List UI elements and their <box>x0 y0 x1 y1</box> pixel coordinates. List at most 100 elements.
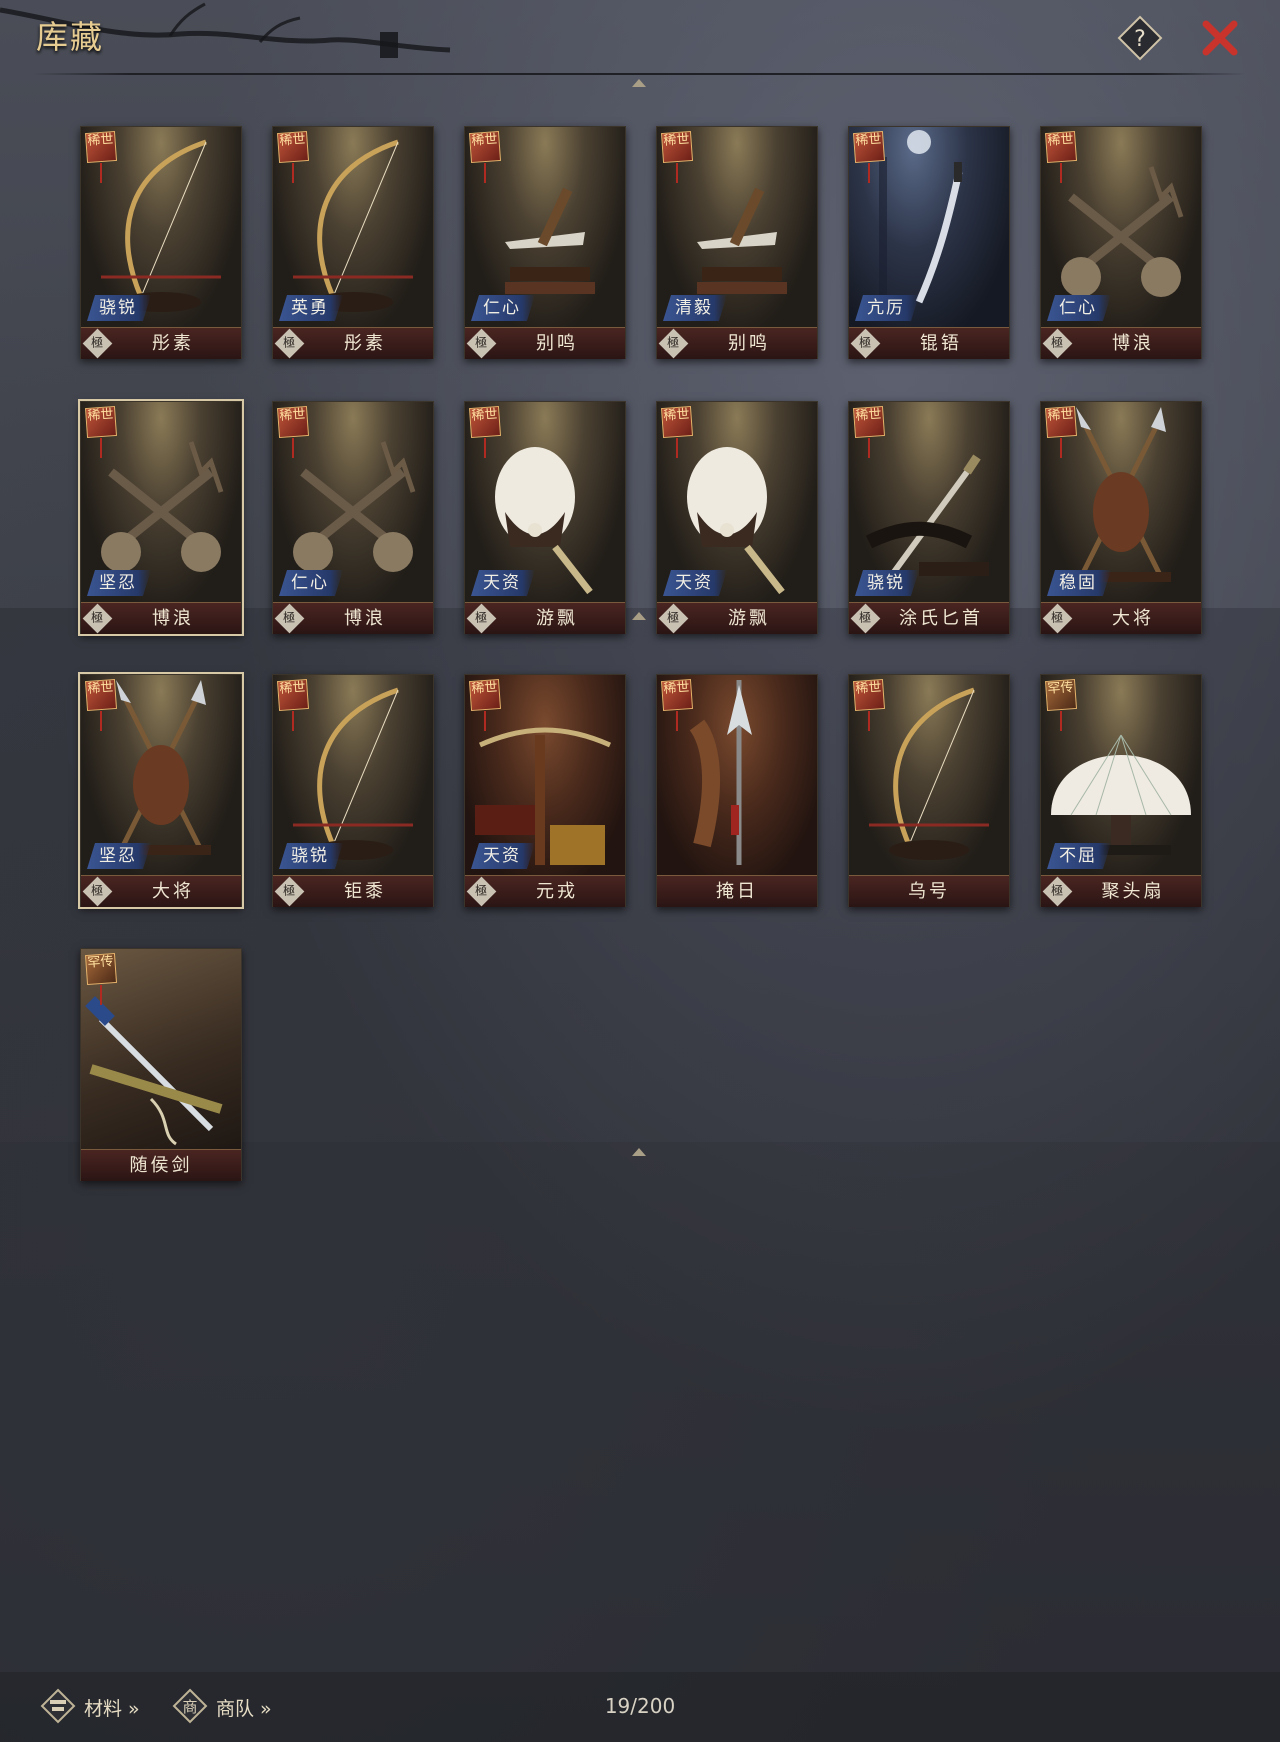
treasure-card[interactable]: 稀世英勇極 彤素 <box>272 126 434 359</box>
trait-badge: 骁锐 <box>855 570 919 596</box>
grade-badge: 極 <box>1042 603 1073 634</box>
tassel-decoration <box>100 438 102 458</box>
help-icon: ? <box>1117 15 1163 61</box>
tassel-decoration <box>484 163 486 183</box>
tassel-decoration <box>292 163 294 183</box>
tassel-decoration <box>100 711 102 731</box>
background-band <box>0 1142 1280 1672</box>
treasure-card[interactable]: 稀世 仁心極 博浪 <box>272 401 434 634</box>
grade-label: 極 <box>859 610 872 625</box>
grade-label: 極 <box>91 610 104 625</box>
nameplate: 極 大将 <box>81 875 241 907</box>
tassel-decoration <box>484 711 486 731</box>
rarity-badge: 稀世 <box>468 130 502 164</box>
treasure-card[interactable]: 稀世 清毅極 别鸣 <box>656 126 818 359</box>
treasure-card[interactable]: 稀世 天资極 游飘 <box>656 401 818 634</box>
nameplate: 乌号 <box>849 875 1009 907</box>
treasure-name: 大将 <box>1112 608 1154 629</box>
grade-badge: 極 <box>466 603 497 634</box>
grade-label: 極 <box>475 883 488 898</box>
header-divider <box>33 73 1246 75</box>
nameplate: 極 游飘 <box>657 602 817 634</box>
grade-badge: 極 <box>658 603 689 634</box>
treasure-card[interactable]: 稀世 掩日 <box>656 674 818 907</box>
nameplate: 極 聚头扇 <box>1041 875 1201 907</box>
tassel-decoration <box>1060 438 1062 458</box>
grade-badge: 極 <box>82 328 113 359</box>
nameplate: 極 钜黍 <box>273 875 433 907</box>
grade-badge: 極 <box>82 876 113 907</box>
rarity-badge: 稀世 <box>276 130 310 164</box>
materials-button[interactable]: 材料 » <box>40 1686 160 1726</box>
trait-badge: 英勇 <box>279 295 343 321</box>
trait-badge: 骁锐 <box>279 843 343 869</box>
treasure-name: 别鸣 <box>728 333 770 354</box>
grade-label: 極 <box>475 610 488 625</box>
rarity-badge: 稀世 <box>84 678 118 712</box>
nameplate: 極 博浪 <box>1041 327 1201 359</box>
treasure-name: 掩日 <box>716 881 758 902</box>
treasure-card[interactable]: 稀世 坚忍極 大将 <box>78 672 244 909</box>
rarity-badge: 稀世 <box>84 405 118 439</box>
treasure-name: 随侯剑 <box>129 1155 193 1176</box>
tassel-decoration <box>292 711 294 731</box>
treasure-name: 钜黍 <box>344 881 386 902</box>
grade-badge: 極 <box>274 603 305 634</box>
treasure-card[interactable]: 稀世乌号 <box>848 674 1010 907</box>
treasure-card[interactable]: 稀世 骁锐極 钜黍 <box>272 674 434 907</box>
treasure-name: 彤素 <box>344 333 386 354</box>
treasure-card[interactable]: 稀世仁心極 别鸣 <box>464 126 626 359</box>
grade-badge: 極 <box>658 328 689 359</box>
trait-badge: 不屈 <box>1047 843 1111 869</box>
grade-label: 極 <box>667 335 680 350</box>
rarity-badge: 稀世 <box>852 405 886 439</box>
grade-label: 極 <box>283 335 296 350</box>
rarity-badge: 稀世 <box>276 405 310 439</box>
rarity-badge: 稀世 <box>468 678 502 712</box>
trait-badge: 仁心 <box>471 295 535 321</box>
grade-badge: 極 <box>274 328 305 359</box>
treasure-name: 涂氏匕首 <box>899 608 983 629</box>
treasure-card[interactable]: 稀世 亢厉極 锟铻 <box>848 126 1010 359</box>
nameplate: 極 别鸣 <box>465 327 625 359</box>
rarity-badge: 稀世 <box>468 405 502 439</box>
grade-badge: 極 <box>82 603 113 634</box>
materials-label: 材料 » <box>84 1698 140 1720</box>
grade-label: 極 <box>91 335 104 350</box>
treasure-card[interactable]: 稀世骁锐極 涂氏匕首 <box>848 401 1010 634</box>
rarity-badge: 稀世 <box>852 678 886 712</box>
treasure-card[interactable]: 稀世 稳固極 大将 <box>1040 401 1202 634</box>
rarity-badge: 稀世 <box>852 130 886 164</box>
treasure-card[interactable]: 罕传 不屈極 聚头扇 <box>1040 674 1202 907</box>
help-button[interactable]: ? <box>1116 14 1164 62</box>
scroll-up-indicator[interactable] <box>632 79 646 87</box>
treasure-card[interactable]: 稀世 天资極 元戎 <box>464 674 626 907</box>
tassel-decoration <box>484 438 486 458</box>
nameplate: 極 彤素 <box>81 327 241 359</box>
tassel-decoration <box>1060 711 1062 731</box>
close-button[interactable] <box>1196 14 1244 62</box>
item-count: 19/200 <box>604 1694 676 1718</box>
grade-badge: 極 <box>850 603 881 634</box>
nameplate: 極 游飘 <box>465 602 625 634</box>
nameplate: 極 博浪 <box>81 602 241 634</box>
caravan-button[interactable]: 商 商队 » <box>172 1686 292 1726</box>
nameplate: 極 别鸣 <box>657 327 817 359</box>
nameplate: 極 大将 <box>1041 602 1201 634</box>
tassel-decoration <box>868 711 870 731</box>
grade-badge: 極 <box>1042 328 1073 359</box>
treasure-name: 别鸣 <box>536 333 578 354</box>
treasure-name: 元戎 <box>536 881 578 902</box>
treasure-card[interactable]: 稀世 天资極 游飘 <box>464 401 626 634</box>
treasure-name: 乌号 <box>908 881 950 902</box>
treasure-card[interactable]: 稀世 骁锐極 彤素 <box>80 126 242 359</box>
tassel-decoration <box>1060 163 1062 183</box>
tassel-decoration <box>100 163 102 183</box>
grade-label: 極 <box>1051 335 1064 350</box>
treasure-card[interactable]: 稀世 坚忍極 博浪 <box>78 399 244 636</box>
treasure-card[interactable]: 稀世 仁心極 博浪 <box>1040 126 1202 359</box>
close-icon <box>1202 20 1238 56</box>
treasure-card[interactable]: 罕传 随侯剑 <box>80 948 242 1181</box>
grade-label: 極 <box>1051 883 1064 898</box>
svg-text:?: ? <box>1134 27 1146 52</box>
